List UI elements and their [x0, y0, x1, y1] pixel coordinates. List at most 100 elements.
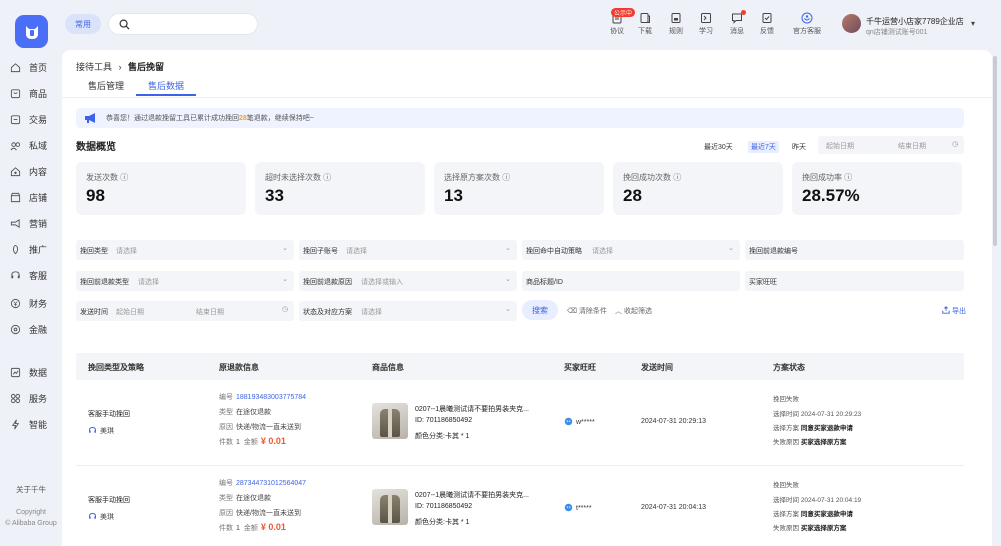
sidebar-item-store[interactable]: 店铺: [10, 189, 47, 205]
sidebar-item-label: 店铺: [29, 192, 48, 203]
refund-reason: 快递/物流一直未送到: [236, 424, 301, 431]
sidebar-item-money[interactable]: 金融: [10, 321, 47, 337]
filter-sub-account[interactable]: 挽回子账号 请选择 ⌄: [299, 240, 517, 260]
search-button[interactable]: 搜索: [522, 300, 558, 320]
promotion-icon: [12, 244, 19, 254]
filter-label: 买家旺旺: [749, 279, 777, 286]
scrollbar[interactable]: [993, 56, 997, 246]
recover-type: 客服手动挽回: [88, 411, 130, 418]
sidebar-item-label: 智能: [29, 419, 48, 430]
tool-learn[interactable]: 学习: [694, 12, 718, 36]
refund-qty: 1: [236, 439, 240, 446]
date-range-picker[interactable]: 起始日期 结束日期 ◷: [818, 136, 964, 154]
filter-product[interactable]: 商品标题/ID: [522, 271, 740, 291]
filter-auto-strategy[interactable]: 挽回命中自动策略 请选择 ⌄: [522, 240, 740, 260]
range-yesterday[interactable]: 昨天: [792, 142, 806, 152]
refund-no-link[interactable]: 1881934830037757​84: [236, 394, 306, 401]
avatar: [842, 14, 861, 33]
frequent-button[interactable]: 常用: [65, 14, 101, 34]
sidebar-item-promotion[interactable]: 推广: [10, 241, 47, 257]
filter-buyer[interactable]: 买家旺旺: [745, 271, 964, 291]
field-label: 件数: [219, 525, 233, 532]
sidebar-item-content[interactable]: 内容: [10, 163, 47, 179]
home-icon: [10, 62, 21, 72]
date-start-placeholder: 起始日期: [826, 143, 854, 150]
buyer-nick: w*****: [576, 419, 595, 426]
filter-refund-type[interactable]: 挽回前退款类型 请选择 ⌄: [76, 271, 294, 291]
range-7-days[interactable]: 最近7天: [748, 141, 779, 153]
service-icon: [10, 393, 21, 403]
sidebar-item-customer-service[interactable]: 客服: [10, 267, 47, 283]
stat-label: 超时未选择次数: [265, 173, 321, 182]
collapse-filters-button[interactable]: ︿ 收起筛选: [615, 306, 652, 316]
breadcrumb-parent[interactable]: 接待工具: [76, 62, 112, 72]
filter-refund-reason[interactable]: 挽回前退款原因 请选择或输入 ⌄: [299, 271, 517, 291]
sidebar-item-goods[interactable]: 商品: [10, 85, 47, 101]
filter-placeholder: 起始日期: [116, 309, 144, 316]
refund-reason-line: 原因 快递/物流一直未送到: [219, 508, 301, 518]
refund-reason: 快递/物流一直未送到: [236, 510, 301, 517]
send-time: 2024-07-31 20:29:13: [641, 418, 706, 425]
status-badge: 公示中: [611, 8, 636, 17]
field-label: 原因: [219, 510, 233, 517]
stat-value: 98: [86, 186, 105, 205]
filter-label: 挽回子账号: [303, 248, 338, 255]
product-image[interactable]: [372, 489, 408, 525]
official-service-icon: [801, 12, 813, 24]
range-30-days[interactable]: 最近30天: [704, 142, 733, 152]
product-id: ID: 701186850492: [415, 417, 473, 424]
tool-rules[interactable]: 规则: [664, 12, 688, 36]
field-label: 编号: [219, 480, 233, 487]
product-title[interactable]: 0207--1晨曦测试请不要拍男装夹克...: [415, 490, 529, 500]
buyer[interactable]: w*****: [564, 417, 595, 426]
status-line: 失败原因 买家选择原方案: [773, 436, 846, 446]
notice-count: 28: [239, 114, 247, 122]
sidebar-item-label: 内容: [29, 166, 48, 177]
product-image[interactable]: [372, 403, 408, 439]
plan-status: 挽回失败: [773, 482, 799, 489]
chevron-down-icon: ⌄: [505, 245, 511, 252]
filter-send-time[interactable]: 发送时间 起始日期 结束日期 ◷: [76, 301, 294, 321]
search-input[interactable]: [108, 13, 258, 35]
buyer[interactable]: t*****: [564, 503, 592, 512]
user-menu[interactable]: 千牛运营小店家7789企业店 qn店铺测试账号001 ▾: [840, 13, 990, 39]
stat-card-timeout: 超时未选择次数 ⓘ 33: [255, 162, 425, 215]
field-label: 选择时间: [773, 411, 799, 418]
sidebar-item-trade[interactable]: 交易: [10, 111, 47, 127]
field-label: 选择时间: [773, 497, 799, 504]
refund-no-line: 编号 1881934830037757​84: [219, 392, 306, 402]
about-link[interactable]: 关于千牛: [0, 484, 62, 495]
sidebar-item-label: 服务: [29, 393, 48, 404]
refund-no-link[interactable]: 2873447310125640​47: [236, 480, 306, 487]
tool-download[interactable]: 下载: [633, 12, 657, 36]
sidebar-item-private-domain[interactable]: 私域: [10, 137, 47, 153]
sidebar-item-service[interactable]: 服务: [10, 390, 47, 406]
tool-agreement[interactable]: 公示中 协议: [605, 8, 636, 36]
headset-icon: [89, 513, 96, 519]
product-title[interactable]: 0207--1晨曦测试请不要拍男装夹克...: [415, 404, 529, 414]
rules-icon: [671, 13, 681, 23]
tool-message[interactable]: 消息: [725, 10, 749, 36]
sidebar-item-finance[interactable]: 财务: [10, 295, 47, 311]
sidebar-item-smart[interactable]: 智能: [10, 416, 47, 432]
clear-filters-button[interactable]: ⌫ 清除条件: [567, 306, 607, 316]
filter-refund-no[interactable]: 挽回前退款编号: [745, 240, 964, 260]
filter-label: 挽回命中自动策略: [526, 248, 582, 255]
chevron-down-icon: ⌄: [728, 245, 734, 252]
refund-amount-line: 件数 1 金额 ¥ 0.01: [219, 436, 286, 447]
filter-recover-type[interactable]: 挽回类型 请选择 ⌄: [76, 240, 294, 260]
recover-type: 客服手动挽回: [88, 497, 130, 504]
stat-label: 挽回成功次数: [623, 173, 671, 182]
export-button[interactable]: 导出: [942, 306, 966, 316]
tab-after-sale-data[interactable]: 售后数据: [136, 76, 197, 96]
private-domain-icon: [10, 141, 21, 150]
sidebar-item-data[interactable]: 数据: [10, 364, 47, 380]
sidebar-item-marketing[interactable]: 营销: [10, 215, 47, 231]
tab-after-sale-manage[interactable]: 售后管理: [76, 76, 136, 96]
qianniu-logo[interactable]: [15, 15, 48, 48]
tool-feedback[interactable]: 反馈: [755, 12, 779, 36]
filter-status-plan[interactable]: 状态及对应方案 请选择 ⌄: [299, 301, 517, 321]
tool-official-service[interactable]: 官方客服: [790, 12, 824, 36]
tool-label: 规则: [669, 28, 683, 35]
sidebar-item-home[interactable]: 首页: [10, 59, 47, 75]
